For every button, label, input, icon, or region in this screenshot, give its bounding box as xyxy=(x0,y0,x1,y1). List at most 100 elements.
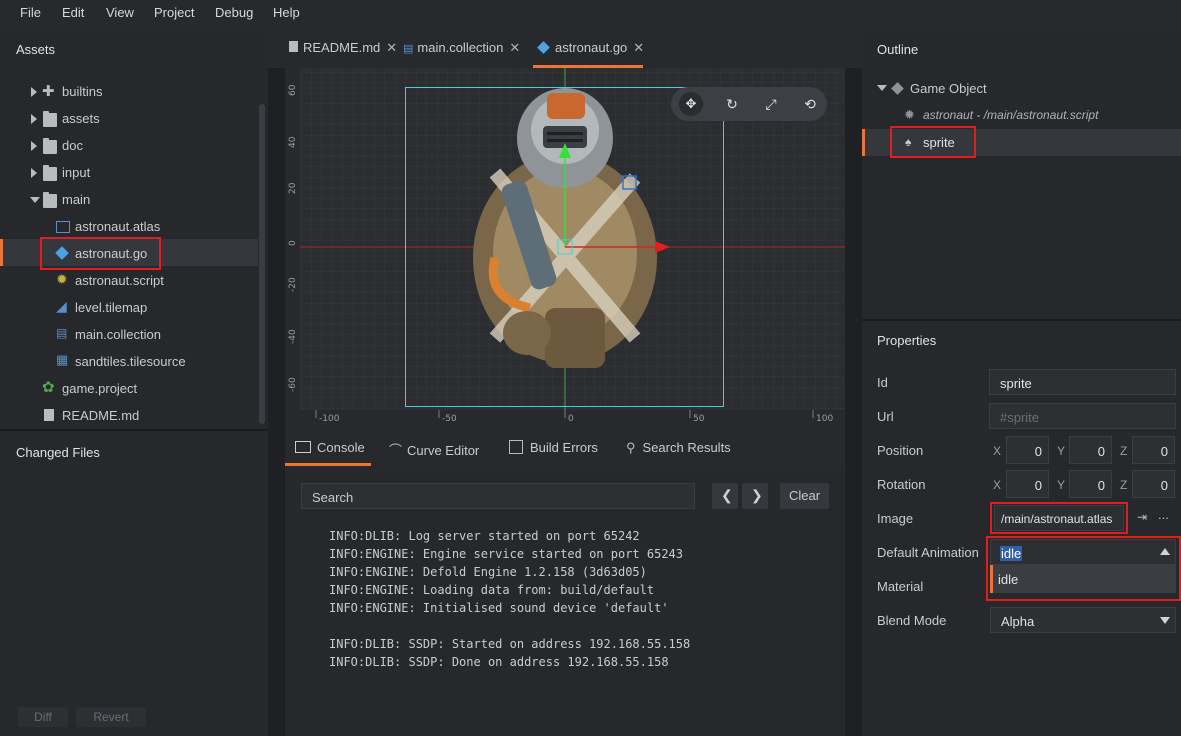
asset-folder-input[interactable]: input xyxy=(0,158,258,185)
move-tool-icon[interactable]: ✥ xyxy=(679,92,703,116)
tab-astronaut-go[interactable]: astronaut.go ✕ xyxy=(536,40,644,68)
chevron-down-icon[interactable] xyxy=(1160,617,1170,624)
outline-item-script[interactable]: ✹ astronaut - /main/astronaut.script xyxy=(862,102,1181,129)
menu-debug[interactable]: Debug xyxy=(215,5,253,20)
chevron-right-icon[interactable] xyxy=(31,87,37,97)
default-animation-label: Default Animation xyxy=(877,545,979,560)
asset-folder-assets[interactable]: assets xyxy=(0,104,258,131)
scene-viewport[interactable]: 60 40 20 0 -20 -40 -60 -100 -50 0 50 100 xyxy=(285,68,845,428)
chevron-left-icon: ❮ xyxy=(721,487,733,503)
close-icon[interactable]: ✕ xyxy=(633,40,644,55)
asset-file-tilemap[interactable]: ◢ level.tilemap xyxy=(0,293,258,320)
tab-main-collection[interactable]: ▤ main.collection ✕ xyxy=(403,40,520,68)
bottom-tab-bar: Console ⌒ Curve Editor Build Errors ⚲ Sear… xyxy=(285,428,845,466)
selection-indicator xyxy=(862,129,865,156)
tab-console[interactable]: Console xyxy=(295,440,365,455)
goto-resource-icon[interactable]: ⇥ xyxy=(1137,510,1147,524)
asset-file-atlas[interactable]: astronaut.atlas xyxy=(0,212,258,239)
terminal-icon xyxy=(295,441,311,453)
chevron-down-icon[interactable] xyxy=(30,197,40,203)
scene-canvas[interactable]: 60 40 20 0 -20 -40 -60 -100 -50 0 50 100 xyxy=(285,68,845,428)
tab-label: README.md xyxy=(303,40,381,55)
search-prev-button[interactable]: ❮ xyxy=(712,483,738,509)
material-label: Material xyxy=(877,579,924,594)
assets-panel: Assets ✚ builtins assets doc input main … xyxy=(0,26,268,736)
id-label: Id xyxy=(877,375,888,390)
asset-file-collection[interactable]: ▤ main.collection xyxy=(0,320,258,347)
rotation-z-field[interactable]: 0 xyxy=(1132,470,1175,498)
outline-title: Outline xyxy=(877,42,919,57)
position-x-field[interactable]: 0 xyxy=(1006,436,1049,464)
asset-folder-main[interactable]: main xyxy=(0,185,258,212)
gear-icon: ✹ xyxy=(904,107,915,122)
panel-divider xyxy=(862,319,1181,321)
browse-button[interactable]: ... xyxy=(1158,507,1169,522)
menu-edit[interactable]: Edit xyxy=(62,5,84,20)
position-z-field[interactable]: 0 xyxy=(1132,436,1175,464)
tab-curve-editor[interactable]: ⌒ Curve Editor xyxy=(389,440,479,459)
rotation-x-field[interactable]: 0 xyxy=(1006,470,1049,498)
x-tick: 50 xyxy=(693,414,705,424)
outline-label: astronaut - /main/astronaut.script xyxy=(923,108,1099,122)
asset-file-script[interactable]: ✹ astronaut.script xyxy=(0,266,258,293)
folder-icon xyxy=(43,138,57,154)
asset-label: game.project xyxy=(62,381,138,396)
asset-label: level.tilemap xyxy=(75,300,148,315)
asset-label: input xyxy=(62,165,91,180)
blend-mode-select[interactable]: Alpha xyxy=(990,607,1176,633)
x-tick: -100 xyxy=(319,414,340,424)
asset-label: astronaut.script xyxy=(75,273,164,288)
console-search-input[interactable]: Search xyxy=(301,483,695,509)
outline-item-game-object[interactable]: Game Object xyxy=(862,75,1181,102)
tab-search-results[interactable]: ⚲ Search Results xyxy=(626,440,731,456)
assets-scrollbar[interactable] xyxy=(259,104,265,424)
position-y-field[interactable]: 0 xyxy=(1069,436,1112,464)
diff-button[interactable]: Diff xyxy=(18,707,68,727)
tab-build-errors[interactable]: Build Errors xyxy=(509,440,598,455)
clear-button[interactable]: Clear xyxy=(780,483,829,509)
tilemap-icon: ◢ xyxy=(56,298,67,314)
menu-view[interactable]: View xyxy=(106,5,134,20)
chevron-right-icon[interactable] xyxy=(31,114,37,124)
search-next-button[interactable]: ❯ xyxy=(742,483,768,509)
x-tick: 100 xyxy=(816,414,833,424)
chevron-right-icon[interactable] xyxy=(31,168,37,178)
menu-bar: File Edit View Project Debug Help xyxy=(0,0,1181,26)
scene-tool-bar: ✥ ↻ ⤢ ⟲ xyxy=(671,87,827,121)
asset-file-tilesource[interactable]: ▦ sandtiles.tilesource xyxy=(0,347,258,374)
atlas-icon xyxy=(56,221,70,233)
x-tick: -50 xyxy=(442,414,457,424)
close-icon[interactable]: ✕ xyxy=(509,40,520,55)
menu-help[interactable]: Help xyxy=(273,5,300,20)
revert-button[interactable]: Revert xyxy=(76,707,146,727)
reset-camera-icon[interactable]: ⟲ xyxy=(798,92,822,116)
position-label: Position xyxy=(877,443,924,458)
url-field[interactable]: #sprite xyxy=(989,403,1176,429)
chevron-down-icon[interactable] xyxy=(877,85,887,91)
rotate-tool-icon[interactable]: ↻ xyxy=(720,92,744,116)
gear-icon: ✹ xyxy=(56,271,68,287)
asset-folder-builtins[interactable]: ✚ builtins xyxy=(0,77,258,104)
chevron-right-icon[interactable] xyxy=(31,141,37,151)
tab-readme[interactable]: README.md ✕ xyxy=(289,40,397,68)
id-field[interactable]: sprite xyxy=(989,369,1176,395)
menu-file[interactable]: File xyxy=(20,5,41,20)
scale-tool-icon[interactable]: ⤢ xyxy=(759,92,783,116)
search-placeholder: Search xyxy=(312,490,354,505)
asset-file-project[interactable]: ✿ game.project xyxy=(0,374,258,401)
close-icon[interactable]: ✕ xyxy=(386,40,397,55)
rotation-y-field[interactable]: 0 xyxy=(1069,470,1112,498)
vertical-ruler xyxy=(285,68,300,428)
asset-file-readme[interactable]: README.md xyxy=(0,401,258,428)
log-line: INFO:ENGINE: Engine service started on p… xyxy=(329,547,684,561)
grid-icon: ▦ xyxy=(56,352,69,367)
y-tick: 40 xyxy=(288,136,298,148)
changed-files-title: Changed Files xyxy=(16,445,100,460)
document-icon xyxy=(289,41,298,52)
image-label: Image xyxy=(877,511,914,526)
menu-project[interactable]: Project xyxy=(154,5,194,20)
url-label: Url xyxy=(877,409,894,424)
asset-folder-doc[interactable]: doc xyxy=(0,131,258,158)
tab-label: Curve Editor xyxy=(407,443,480,458)
